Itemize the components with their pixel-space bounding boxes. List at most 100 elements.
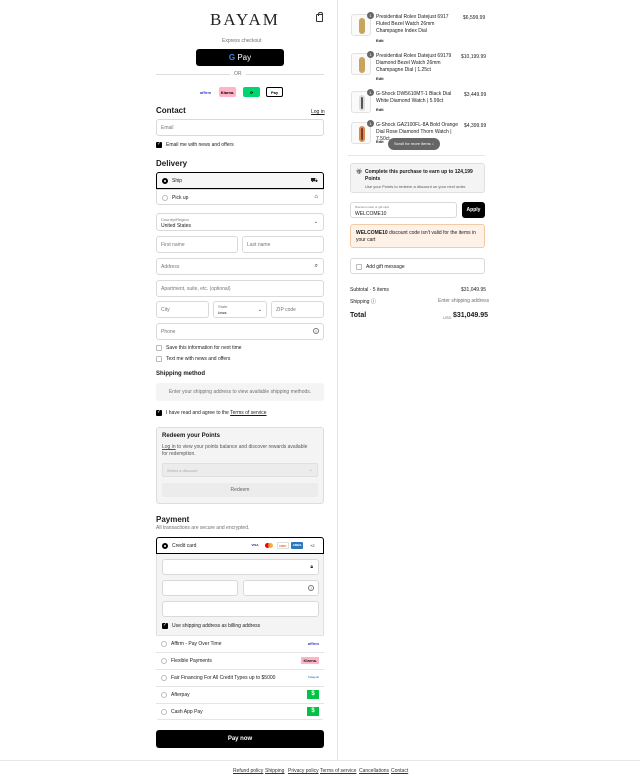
- save-info-checkbox[interactable]: [156, 345, 162, 351]
- name-on-card-field[interactable]: [162, 601, 319, 617]
- footer-divider: [0, 760, 640, 761]
- discount-error-text: WELCOME10 discount code isn't valid for …: [356, 230, 480, 244]
- terms-link[interactable]: Terms of service: [230, 410, 266, 416]
- edit-link[interactable]: Edit: [376, 139, 384, 144]
- pickup-radio[interactable]: [162, 195, 168, 201]
- scroll-more-pill[interactable]: Scroll for more items ↓: [388, 138, 440, 150]
- help-icon[interactable]: ?: [308, 585, 314, 591]
- affirm-radio[interactable]: [161, 641, 167, 647]
- billing-same-checkbox[interactable]: [162, 622, 168, 629]
- footer-cancellations-link[interactable]: Cancellations: [359, 768, 389, 774]
- watch-image: [359, 57, 365, 73]
- edit-link[interactable]: Edit: [376, 76, 384, 81]
- cart-bag-icon[interactable]: [316, 12, 323, 22]
- watch-image: [359, 18, 365, 34]
- apply-button[interactable]: Apply: [462, 202, 485, 218]
- credit-card-radio[interactable]: [162, 543, 168, 549]
- katapult-label: Fair Financing For All Credit Types up t…: [171, 675, 276, 681]
- last-name-placeholder: Last name: [247, 241, 271, 248]
- city-field[interactable]: City: [156, 301, 209, 318]
- discount-code-field[interactable]: Discount code or gift card WELCOME10: [350, 202, 457, 218]
- zip-field[interactable]: ZIP code: [271, 301, 324, 318]
- credit-card-label: Credit card: [172, 543, 197, 549]
- email-placeholder: Email: [161, 124, 174, 131]
- security-code-field[interactable]: ?: [243, 580, 319, 596]
- gift-message-checkbox[interactable]: [356, 264, 362, 270]
- chevron-down-icon: ⌄: [308, 467, 313, 473]
- login-link[interactable]: Log in: [311, 109, 325, 115]
- apartment-field[interactable]: Apartment, suite, etc. (optional): [156, 280, 324, 297]
- item-name: G-Shock DW5610MT-1 Black Dial White Diam…: [376, 91, 452, 104]
- footer-contact-link[interactable]: Contact: [391, 768, 408, 774]
- apple-pay-button[interactable]: Pay: [266, 87, 283, 97]
- contact-heading: Contact: [156, 106, 186, 115]
- redeem-button[interactable]: Redeem: [162, 483, 318, 497]
- discount-select[interactable]: Select a discount ⌄: [162, 463, 318, 477]
- affirm-express-button[interactable]: affirm: [197, 87, 214, 97]
- klarna-express-button[interactable]: Klarna.: [219, 87, 236, 97]
- google-g-icon: G: [228, 53, 236, 62]
- gift-message-option[interactable]: Add gift message: [350, 258, 485, 274]
- footer-shipping-link[interactable]: Shipping: [265, 768, 284, 774]
- payment-option-affirm[interactable]: Affirm - Pay Over Time affirm: [156, 635, 324, 652]
- card-number-field[interactable]: 🔒︎: [162, 559, 319, 575]
- text-news-checkbox[interactable]: [156, 356, 162, 362]
- divider: [246, 74, 324, 75]
- item-price: $10,199.99: [461, 54, 487, 60]
- ship-option[interactable]: Ship ⛟: [156, 172, 324, 189]
- ship-label: Ship: [172, 178, 183, 184]
- express-checkout-label: Express checkout: [222, 38, 262, 44]
- help-icon[interactable]: ?: [313, 328, 319, 334]
- state-select[interactable]: State Iowa ⌄: [213, 301, 267, 318]
- news-checkbox[interactable]: [156, 141, 162, 148]
- order-summary: 1 Presidential Rolex Datejust 6917 Flute…: [337, 0, 640, 760]
- earn-points-banner: 🎁︎ Complete this purchase to earn up to …: [350, 163, 485, 193]
- total-value: $31,049.95: [453, 312, 489, 319]
- katapult-radio[interactable]: [161, 675, 167, 681]
- billing-same-label: Use shipping address as billing address: [172, 623, 261, 629]
- points-login-link[interactable]: Log in: [162, 444, 176, 450]
- pickup-option[interactable]: Pick up ⌂: [156, 189, 324, 205]
- google-pay-button[interactable]: G Pay: [196, 49, 284, 66]
- edit-link[interactable]: Edit: [376, 107, 384, 112]
- link-express-button[interactable]: ⟳: [243, 87, 260, 97]
- cashapp-radio[interactable]: [161, 709, 167, 715]
- divider: [156, 74, 230, 75]
- mastercard-icon: [263, 542, 275, 549]
- payment-subtitle: All transactions are secure and encrypte…: [156, 525, 250, 531]
- footer-privacy-link[interactable]: Privacy policy: [288, 768, 319, 774]
- ship-radio[interactable]: [162, 178, 168, 184]
- arrow-down-icon: ↓: [431, 141, 434, 146]
- payment-option-klarna[interactable]: Flexible Payments Klarna.: [156, 652, 324, 669]
- lock-icon: 🔒︎: [310, 564, 313, 570]
- terms-label: I have read and agree to the Terms of se…: [166, 410, 267, 416]
- payment-heading: Payment: [156, 515, 190, 524]
- payment-option-cashapp[interactable]: Cash App Pay $: [156, 703, 324, 720]
- redeem-points-text: Log in to view your points balance and d…: [162, 444, 312, 458]
- klarna-radio[interactable]: [161, 658, 167, 664]
- phone-field[interactable]: Phone ?: [156, 323, 324, 340]
- address-field[interactable]: Address ⌕: [156, 258, 324, 275]
- discount-select-placeholder: Select a discount: [167, 468, 198, 473]
- country-select[interactable]: Country/Region United States ⌄: [156, 213, 324, 231]
- chevron-down-icon: ⌄: [313, 219, 318, 225]
- first-name-field[interactable]: First name: [156, 236, 238, 253]
- last-name-field[interactable]: Last name: [242, 236, 324, 253]
- pay-now-button[interactable]: Pay now: [156, 730, 324, 748]
- email-field[interactable]: Email: [156, 119, 324, 136]
- expiry-field[interactable]: [162, 580, 238, 596]
- footer-refund-link[interactable]: Refund policy: [233, 768, 263, 774]
- shipping-text: Shipping: [350, 299, 370, 305]
- info-icon[interactable]: ⓘ: [371, 299, 376, 305]
- payment-option-afterpay[interactable]: Afterpay $: [156, 686, 324, 703]
- amex-icon: AMEX: [291, 542, 303, 549]
- payment-option-katapult[interactable]: Fair Financing For All Credit Types up t…: [156, 669, 324, 686]
- dollar-icon: $: [307, 690, 319, 699]
- affirm-label: Affirm - Pay Over Time: [171, 641, 222, 647]
- afterpay-radio[interactable]: [161, 692, 167, 698]
- search-icon: ⌕: [314, 263, 318, 269]
- brand-logo[interactable]: BAYAM: [210, 10, 280, 30]
- edit-link[interactable]: Edit: [376, 38, 384, 43]
- footer-terms-link[interactable]: Terms of service: [320, 768, 356, 774]
- terms-checkbox[interactable]: [156, 409, 162, 416]
